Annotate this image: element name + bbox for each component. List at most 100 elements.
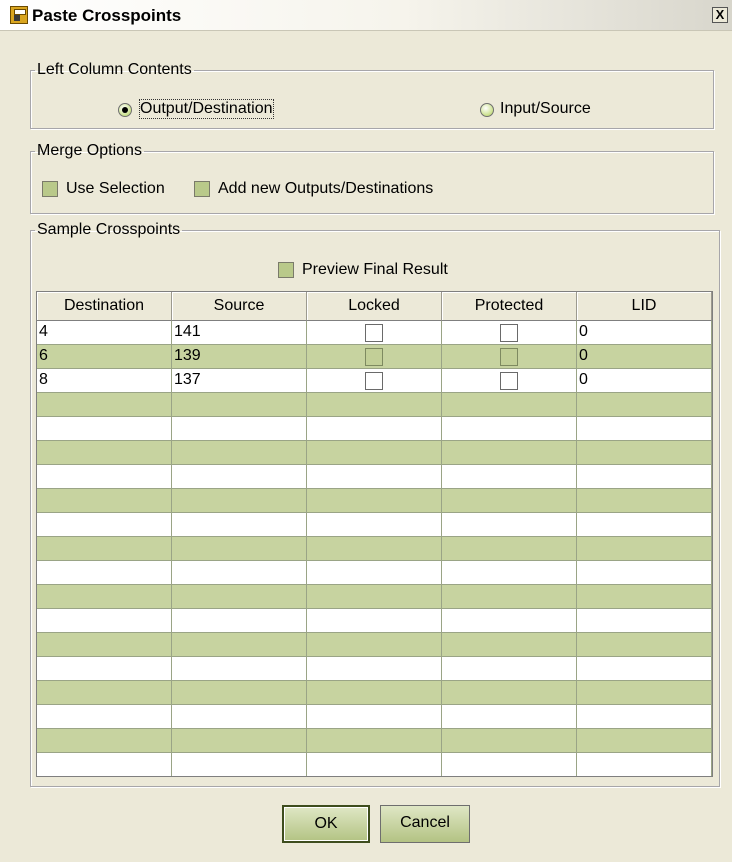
empty-cell[interactable] xyxy=(577,465,712,489)
cell-source[interactable]: 141 xyxy=(172,321,307,345)
table-row[interactable] xyxy=(37,609,712,633)
empty-cell[interactable] xyxy=(307,705,442,729)
empty-cell[interactable] xyxy=(307,657,442,681)
table-row[interactable] xyxy=(37,681,712,705)
empty-cell[interactable] xyxy=(442,657,577,681)
empty-cell[interactable] xyxy=(442,489,577,513)
empty-cell[interactable] xyxy=(172,513,307,537)
empty-cell[interactable] xyxy=(37,681,172,705)
empty-cell[interactable] xyxy=(307,537,442,561)
cell-source[interactable]: 137 xyxy=(172,369,307,393)
empty-cell[interactable] xyxy=(442,441,577,465)
table-row[interactable] xyxy=(37,513,712,537)
empty-cell[interactable] xyxy=(442,393,577,417)
empty-cell[interactable] xyxy=(37,729,172,753)
empty-cell[interactable] xyxy=(577,489,712,513)
empty-cell[interactable] xyxy=(307,393,442,417)
empty-cell[interactable] xyxy=(172,657,307,681)
table-row[interactable] xyxy=(37,537,712,561)
empty-cell[interactable] xyxy=(307,561,442,585)
locked-checkbox[interactable] xyxy=(365,347,383,366)
protected-checkbox[interactable] xyxy=(500,371,518,390)
table-row[interactable] xyxy=(37,657,712,681)
empty-cell[interactable] xyxy=(37,633,172,657)
table-row[interactable] xyxy=(37,729,712,753)
empty-cell[interactable] xyxy=(172,705,307,729)
empty-cell[interactable] xyxy=(172,537,307,561)
cell-source[interactable]: 139 xyxy=(172,345,307,369)
empty-cell[interactable] xyxy=(442,561,577,585)
protected-checkbox[interactable] xyxy=(500,347,518,366)
table-row[interactable] xyxy=(37,705,712,729)
preview-final-result-checkbox[interactable] xyxy=(278,262,294,278)
empty-cell[interactable] xyxy=(37,393,172,417)
empty-cell[interactable] xyxy=(442,465,577,489)
empty-cell[interactable] xyxy=(172,465,307,489)
empty-cell[interactable] xyxy=(442,585,577,609)
empty-cell[interactable] xyxy=(172,609,307,633)
empty-cell[interactable] xyxy=(37,705,172,729)
cell-protected[interactable] xyxy=(442,369,577,393)
empty-cell[interactable] xyxy=(37,561,172,585)
crosspoints-table[interactable]: Destination Source Locked Protected LID … xyxy=(36,291,713,777)
table-row[interactable]: 8 137 0 xyxy=(37,369,712,393)
cell-protected[interactable] xyxy=(442,321,577,345)
protected-checkbox[interactable] xyxy=(500,323,518,342)
empty-cell[interactable] xyxy=(172,489,307,513)
output-destination-label[interactable]: Output/Destination xyxy=(139,99,274,119)
table-row[interactable]: 6 139 0 xyxy=(37,345,712,369)
preview-final-result-label[interactable]: Preview Final Result xyxy=(302,261,448,279)
empty-cell[interactable] xyxy=(307,753,442,776)
empty-cell[interactable] xyxy=(37,489,172,513)
empty-cell[interactable] xyxy=(172,681,307,705)
cell-lid[interactable]: 0 xyxy=(577,345,712,369)
empty-cell[interactable] xyxy=(307,441,442,465)
empty-cell[interactable] xyxy=(37,585,172,609)
cell-lid[interactable]: 0 xyxy=(577,321,712,345)
empty-cell[interactable] xyxy=(172,441,307,465)
empty-cell[interactable] xyxy=(577,393,712,417)
empty-cell[interactable] xyxy=(172,417,307,441)
empty-cell[interactable] xyxy=(577,537,712,561)
table-row[interactable] xyxy=(37,393,712,417)
empty-cell[interactable] xyxy=(577,681,712,705)
empty-cell[interactable] xyxy=(307,417,442,441)
column-header-source[interactable]: Source xyxy=(172,292,307,321)
column-header-lid[interactable]: LID xyxy=(577,292,712,321)
add-new-outputs-checkbox[interactable] xyxy=(194,181,210,197)
column-header-destination[interactable]: Destination xyxy=(37,292,172,321)
empty-cell[interactable] xyxy=(307,633,442,657)
cell-destination[interactable]: 6 xyxy=(37,345,172,369)
empty-cell[interactable] xyxy=(577,513,712,537)
empty-cell[interactable] xyxy=(577,633,712,657)
empty-cell[interactable] xyxy=(37,441,172,465)
empty-cell[interactable] xyxy=(307,609,442,633)
close-button[interactable]: X xyxy=(712,7,728,23)
column-header-locked[interactable]: Locked xyxy=(307,292,442,321)
table-row[interactable] xyxy=(37,753,712,776)
empty-cell[interactable] xyxy=(37,657,172,681)
empty-cell[interactable] xyxy=(577,441,712,465)
empty-cell[interactable] xyxy=(37,609,172,633)
ok-button[interactable]: OK xyxy=(282,805,370,843)
cell-destination[interactable]: 8 xyxy=(37,369,172,393)
empty-cell[interactable] xyxy=(307,585,442,609)
empty-cell[interactable] xyxy=(442,633,577,657)
empty-cell[interactable] xyxy=(37,537,172,561)
cell-locked[interactable] xyxy=(307,369,442,393)
empty-cell[interactable] xyxy=(172,393,307,417)
locked-checkbox[interactable] xyxy=(365,371,383,390)
cancel-button[interactable]: Cancel xyxy=(380,805,470,843)
table-row[interactable] xyxy=(37,633,712,657)
output-destination-radio[interactable] xyxy=(118,103,132,117)
empty-cell[interactable] xyxy=(577,585,712,609)
input-source-radio[interactable] xyxy=(480,103,494,117)
empty-cell[interactable] xyxy=(577,561,712,585)
table-row[interactable] xyxy=(37,417,712,441)
table-row[interactable]: 4 141 0 xyxy=(37,321,712,345)
empty-cell[interactable] xyxy=(307,465,442,489)
empty-cell[interactable] xyxy=(442,681,577,705)
empty-cell[interactable] xyxy=(442,417,577,441)
empty-cell[interactable] xyxy=(172,729,307,753)
cell-protected[interactable] xyxy=(442,345,577,369)
